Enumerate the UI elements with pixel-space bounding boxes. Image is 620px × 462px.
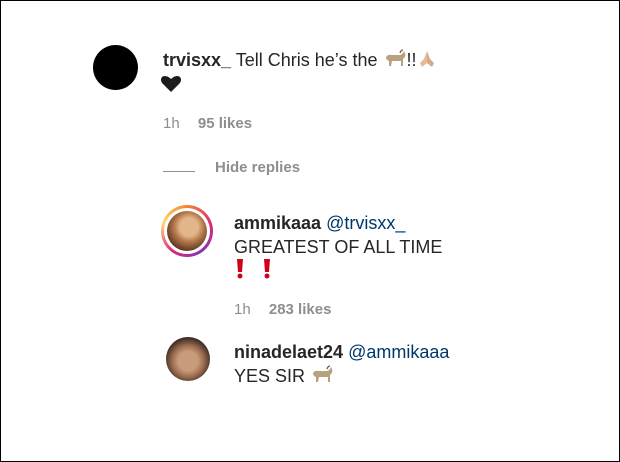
timestamp: 1h bbox=[163, 115, 180, 132]
reply-emoji-line bbox=[234, 259, 273, 281]
comment-text-suffix: !! bbox=[406, 50, 417, 70]
comment-text-line-2 bbox=[161, 73, 181, 95]
reply-text-line: ammikaaa @trvisxx_ bbox=[234, 212, 405, 234]
goat-icon bbox=[313, 365, 333, 382]
hide-replies-button[interactable]: Hide replies bbox=[215, 159, 300, 176]
reply-text: GREATEST OF ALL TIME bbox=[234, 237, 443, 257]
timestamp: 1h bbox=[234, 301, 251, 318]
reply-text-line-2: YES SIR bbox=[234, 365, 334, 387]
exclamation-icon bbox=[264, 259, 271, 279]
mention-link[interactable]: @ammikaaa bbox=[348, 342, 449, 362]
username[interactable]: ammikaaa bbox=[234, 213, 321, 233]
likes-count[interactable]: 283 likes bbox=[269, 301, 332, 318]
avatar-story-ring[interactable] bbox=[161, 205, 213, 257]
avatar[interactable] bbox=[93, 45, 138, 90]
comment-text-line: trvisxx_ Tell Chris he’s the !! bbox=[163, 49, 437, 71]
folded-hands-icon bbox=[419, 51, 434, 67]
reply-meta: 1h 283 likes bbox=[234, 301, 331, 318]
reply-text-line: ninadelaet24 @ammikaaa bbox=[234, 341, 449, 363]
comment-thread: trvisxx_ Tell Chris he’s the !! 1h 95 li… bbox=[0, 0, 620, 462]
exclamation-icon bbox=[237, 259, 243, 279]
goat-icon bbox=[385, 49, 405, 66]
avatar bbox=[167, 211, 207, 251]
comment-text: Tell Chris he’s the bbox=[235, 50, 378, 70]
reply-text: YES SIR bbox=[234, 366, 306, 386]
username[interactable]: trvisxx_ bbox=[163, 50, 231, 70]
replies-divider bbox=[163, 171, 195, 172]
comment-meta: 1h 95 likes bbox=[163, 115, 252, 132]
username[interactable]: ninadelaet24 bbox=[234, 342, 343, 362]
likes-count[interactable]: 95 likes bbox=[198, 115, 252, 132]
mention-link[interactable]: @trvisxx_ bbox=[326, 213, 405, 233]
avatar-border bbox=[164, 208, 210, 254]
avatar[interactable] bbox=[166, 337, 210, 381]
black-heart-icon bbox=[161, 76, 181, 92]
